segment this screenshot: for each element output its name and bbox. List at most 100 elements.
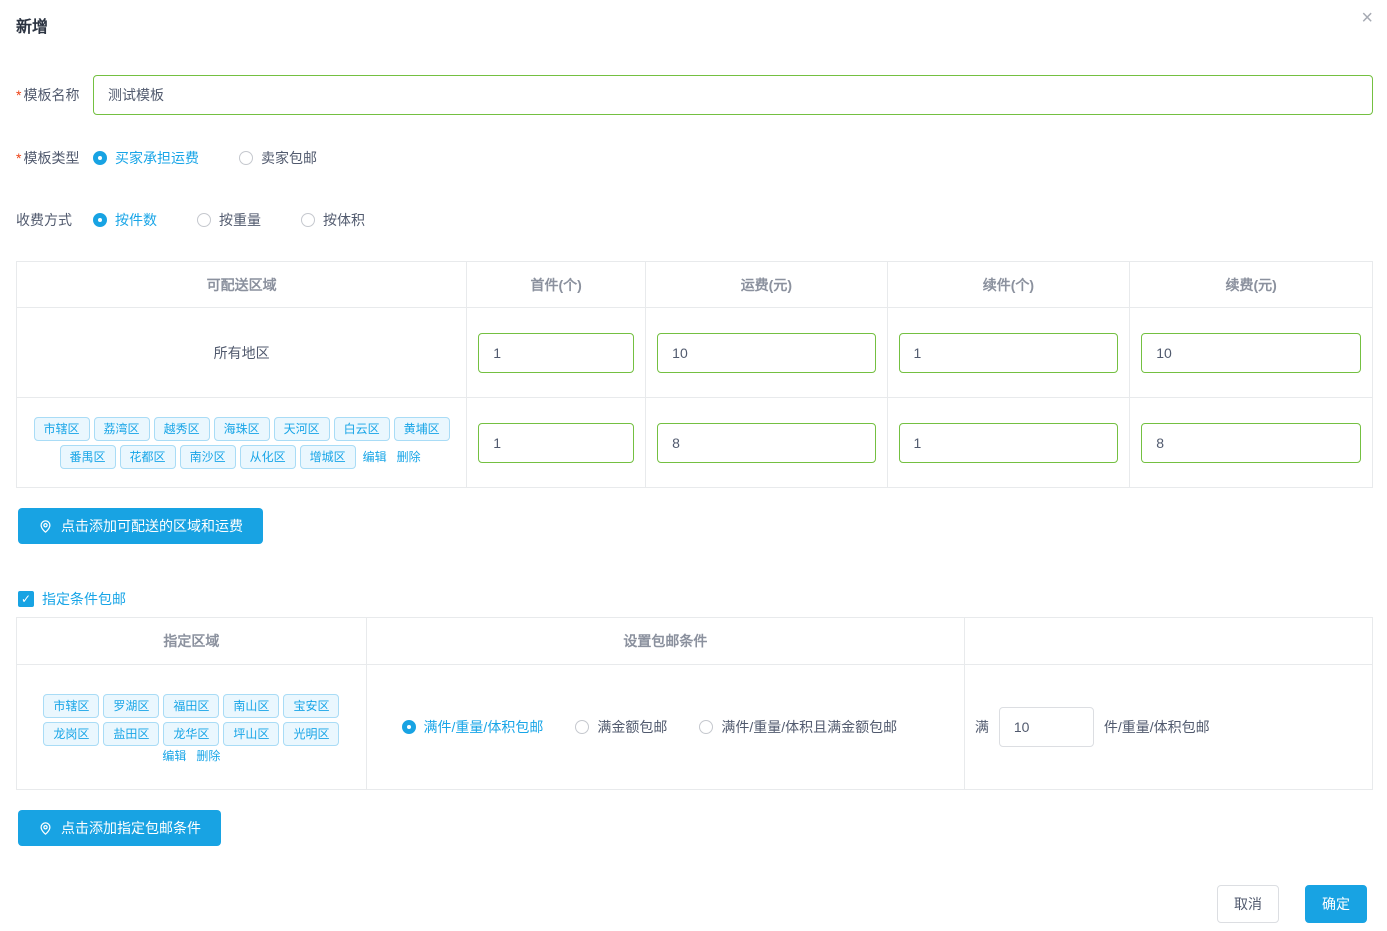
region-tag[interactable]: 市辖区 <box>43 694 99 718</box>
col-header-next-qty: 续件(个) <box>887 262 1130 308</box>
location-pin-icon <box>38 519 53 534</box>
dialog-footer: 取消 确定 <box>1217 885 1367 923</box>
dialog-header: 新增 × <box>0 0 1387 36</box>
radio-checked-icon <box>402 720 416 734</box>
dialog-body: *模板名称 *模板类型 买家承担运费 卖家包邮 收 <box>0 75 1387 846</box>
add-region-fee-button[interactable]: 点击添加可配送的区域和运费 <box>18 508 263 544</box>
radio-buyer-pays-shipping[interactable]: 买家承担运费 <box>93 148 199 168</box>
free-shipping-table: 指定区域 设置包邮条件 市辖区罗湖区福田区南山区宝安区龙岗区盐田区龙华区坪山区光… <box>16 617 1373 790</box>
radio-by-piece[interactable]: 按件数 <box>93 210 157 230</box>
charge-method-row: 收费方式 按件数 按重量 按体积 <box>16 210 1373 230</box>
radio-by-volume[interactable]: 按体积 <box>301 210 365 230</box>
region-tag[interactable]: 海珠区 <box>214 417 270 441</box>
col-header-next-fee: 续费(元) <box>1130 262 1373 308</box>
shipping-table-header-row: 可配送区域 首件(个) 运费(元) 续件(个) 续费(元) <box>17 262 1373 308</box>
radio-amount-free[interactable]: 满金额包邮 <box>575 717 667 737</box>
radio-checked-icon <box>93 213 107 227</box>
shipping-fee-table-wrap: 可配送区域 首件(个) 运费(元) 续件(个) 续费(元) 所有地区 <box>16 261 1373 488</box>
region-tag[interactable]: 盐田区 <box>103 722 159 746</box>
next-fee-input[interactable] <box>1141 333 1361 373</box>
checkbox-label: 指定条件包邮 <box>42 589 126 609</box>
threshold-value-input[interactable] <box>999 707 1094 747</box>
radio-qty-and-amount-free[interactable]: 满件/重量/体积且满金额包邮 <box>699 717 897 737</box>
required-asterisk: * <box>16 87 21 103</box>
region-tag[interactable]: 南山区 <box>223 694 279 718</box>
table-row-all-regions: 所有地区 <box>17 308 1373 398</box>
col-header-condition: 设置包邮条件 <box>366 618 964 665</box>
charge-method-radio-group: 按件数 按重量 按体积 <box>93 210 365 230</box>
dialog-title: 新增 <box>16 19 48 36</box>
add-shipping-template-dialog: 新增 × *模板名称 *模板类型 买家承担运费 卖家包邮 <box>0 0 1387 931</box>
region-tag[interactable]: 南沙区 <box>180 445 236 469</box>
radio-unchecked-icon <box>197 213 211 227</box>
region-tag[interactable]: 福田区 <box>163 694 219 718</box>
charge-method-label: 收费方式 <box>16 210 93 230</box>
radio-unchecked-icon <box>699 720 713 734</box>
region-tag[interactable]: 越秀区 <box>154 417 210 441</box>
region-tag[interactable]: 黄埔区 <box>394 417 450 441</box>
col-header-blank <box>964 618 1372 665</box>
region-tag[interactable]: 增城区 <box>300 445 356 469</box>
radio-checked-icon <box>93 151 107 165</box>
template-name-row: *模板名称 <box>16 75 1373 115</box>
threshold-prefix: 满 <box>975 717 989 737</box>
next-qty-input[interactable] <box>899 333 1119 373</box>
required-asterisk: * <box>16 150 21 166</box>
region-tag[interactable]: 罗湖区 <box>103 694 159 718</box>
col-header-region: 可配送区域 <box>17 262 467 308</box>
condition-radio-cell: 满件/重量/体积包邮 满金额包邮 满件/重量/体积且满金额包邮 <box>366 665 964 790</box>
template-type-radio-group: 买家承担运费 卖家包邮 <box>93 148 317 168</box>
col-header-designated-region: 指定区域 <box>17 618 367 665</box>
table-row-custom-regions: 市辖区荔湾区越秀区海珠区天河区白云区黄埔区番禺区花都区南沙区从化区增城区编辑删除 <box>17 398 1373 488</box>
radio-by-weight[interactable]: 按重量 <box>197 210 261 230</box>
region-tag[interactable]: 龙岗区 <box>43 722 99 746</box>
first-qty-input[interactable] <box>478 423 634 463</box>
radio-unchecked-icon <box>301 213 315 227</box>
edit-link[interactable]: 编辑 <box>363 450 387 464</box>
threshold-suffix: 件/重量/体积包邮 <box>1104 717 1210 737</box>
first-qty-input[interactable] <box>478 333 634 373</box>
next-qty-input[interactable] <box>899 423 1119 463</box>
region-tag[interactable]: 荔湾区 <box>94 417 150 441</box>
free-shipping-table-wrap: 指定区域 设置包邮条件 市辖区罗湖区福田区南山区宝安区龙岗区盐田区龙华区坪山区光… <box>16 617 1373 790</box>
threshold-cell: 满 件/重量/体积包邮 <box>964 665 1372 790</box>
shipping-fee-table: 可配送区域 首件(个) 运费(元) 续件(个) 续费(元) 所有地区 <box>16 261 1373 488</box>
free-shipping-row: 市辖区罗湖区福田区南山区宝安区龙岗区盐田区龙华区坪山区光明区编辑删除 满件/重量… <box>17 665 1373 790</box>
region-tag[interactable]: 从化区 <box>240 445 296 469</box>
region-tag[interactable]: 龙华区 <box>163 722 219 746</box>
region-cell: 所有地区 <box>17 308 467 398</box>
close-icon[interactable]: × <box>1361 8 1373 28</box>
designated-region-tags-cell: 市辖区罗湖区福田区南山区宝安区龙岗区盐田区龙华区坪山区光明区编辑删除 <box>17 665 367 790</box>
template-name-input[interactable] <box>93 75 1373 115</box>
delete-link[interactable]: 删除 <box>397 450 421 464</box>
radio-unchecked-icon <box>575 720 589 734</box>
add-free-shipping-condition-button[interactable]: 点击添加指定包邮条件 <box>18 810 221 846</box>
fee-input[interactable] <box>657 333 875 373</box>
region-tag[interactable]: 坪山区 <box>223 722 279 746</box>
region-tag[interactable]: 花都区 <box>120 445 176 469</box>
location-pin-icon <box>38 821 53 836</box>
template-type-label: *模板类型 <box>16 148 93 168</box>
next-fee-input[interactable] <box>1141 423 1361 463</box>
region-tags-cell: 市辖区荔湾区越秀区海珠区天河区白云区黄埔区番禺区花都区南沙区从化区增城区编辑删除 <box>17 398 467 488</box>
delete-link[interactable]: 删除 <box>196 749 220 763</box>
region-tag[interactable]: 番禺区 <box>60 445 116 469</box>
fee-input[interactable] <box>657 423 875 463</box>
confirm-button[interactable]: 确定 <box>1305 885 1367 923</box>
radio-seller-free-shipping[interactable]: 卖家包邮 <box>239 148 317 168</box>
col-header-fee: 运费(元) <box>646 262 887 308</box>
template-name-label: *模板名称 <box>16 85 93 105</box>
region-tag[interactable]: 白云区 <box>334 417 390 441</box>
cancel-button[interactable]: 取消 <box>1217 885 1279 923</box>
radio-qty-weight-volume-free[interactable]: 满件/重量/体积包邮 <box>402 717 544 737</box>
radio-unchecked-icon <box>239 151 253 165</box>
region-tag[interactable]: 市辖区 <box>34 417 90 441</box>
edit-link[interactable]: 编辑 <box>162 749 186 763</box>
region-tag[interactable]: 天河区 <box>274 417 330 441</box>
region-tag[interactable]: 宝安区 <box>283 694 339 718</box>
checkbox-checked-icon[interactable]: ✓ <box>18 591 34 607</box>
region-tag[interactable]: 光明区 <box>283 722 339 746</box>
col-header-first-qty: 首件(个) <box>467 262 646 308</box>
conditional-free-shipping-toggle[interactable]: ✓ 指定条件包邮 <box>18 589 1373 609</box>
template-type-row: *模板类型 买家承担运费 卖家包邮 <box>16 148 1373 168</box>
